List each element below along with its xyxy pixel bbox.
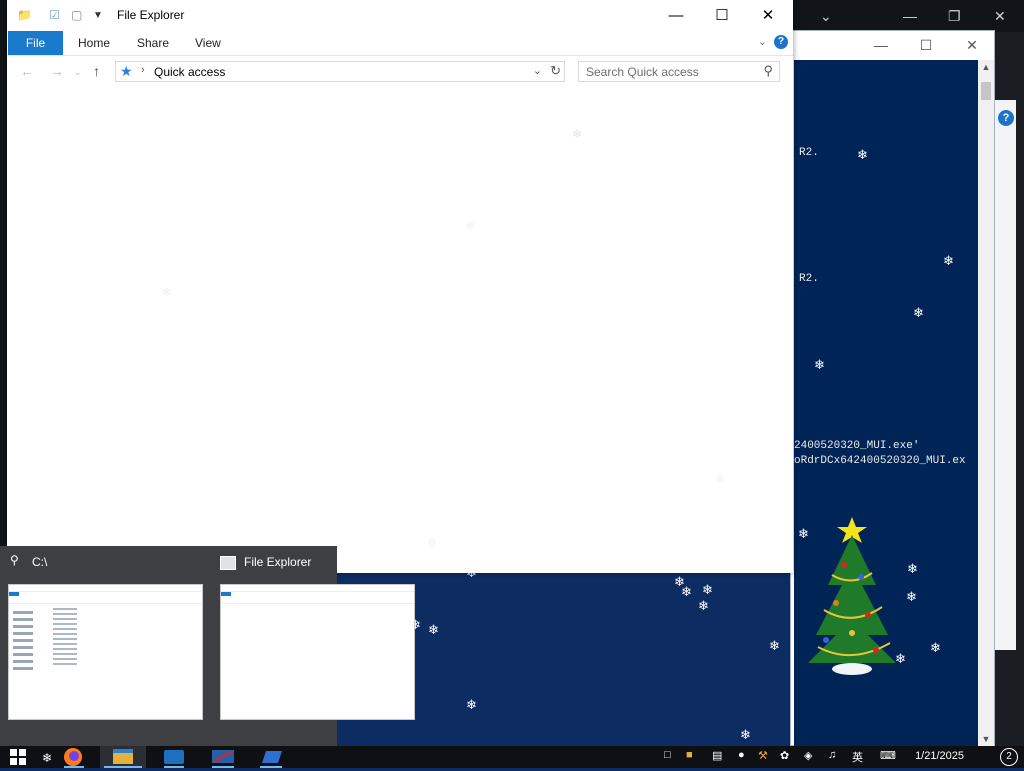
- remote-desktop-icon[interactable]: [208, 746, 238, 768]
- snowflake-icon: ❄: [715, 473, 726, 487]
- snowflake-icon: ❄: [42, 751, 53, 765]
- close-icon[interactable]: ✕: [994, 8, 1006, 25]
- snowflake-icon: ❄: [466, 697, 477, 712]
- snowflake-icon: ❄: [930, 640, 941, 655]
- console-line: R2.: [799, 147, 819, 159]
- maximize-button[interactable]: ☐: [699, 5, 745, 27]
- expand-ribbon-icon[interactable]: ⌄: [758, 35, 767, 48]
- thumbnail-file-explorer[interactable]: File Explorer: [212, 546, 415, 746]
- snowflake-icon: ❄: [907, 561, 918, 576]
- new-folder-icon[interactable]: ▢: [71, 8, 82, 22]
- customize-toolbar-icon[interactable]: ▼: [93, 10, 103, 21]
- thumbnail-c-drive[interactable]: ⚲ C:\: [0, 546, 210, 746]
- help-icon[interactable]: ?: [998, 110, 1014, 126]
- taskbar-thumbnail-popup: ⚲ C:\ File Explorer: [0, 546, 415, 746]
- scrollbar-thumb[interactable]: [981, 82, 991, 100]
- close-button[interactable]: ✕: [957, 35, 987, 55]
- tool-icon[interactable]: ⚒: [758, 749, 768, 762]
- console-scrollbar[interactable]: ▲ ▼: [978, 60, 994, 746]
- background-panel: [994, 100, 1016, 650]
- snowflake-icon: ❄: [428, 622, 439, 637]
- snowflake-icon: ❄: [681, 584, 692, 599]
- minimize-button[interactable]: —: [866, 35, 896, 55]
- search-icon[interactable]: ⚲: [763, 63, 773, 79]
- thumbnail-label: File Explorer: [244, 555, 312, 569]
- tab-file[interactable]: File: [8, 31, 63, 55]
- folder-icon[interactable]: 📁: [17, 8, 32, 22]
- file-explorer-window[interactable]: 📁 ☑ ▢ ▼ File Explorer — ☐ ✕ File Home Sh…: [7, 0, 793, 573]
- snowflake-icon: ❄: [943, 253, 954, 268]
- ribbon-tabs: File Home Share View ⌄ ?: [7, 31, 793, 56]
- folder-tray-icon[interactable]: ■: [686, 749, 693, 761]
- christmas-tree-icon: [808, 517, 896, 675]
- taskbar: ❄ □ ■ ▤ ● ⚒ ✿ ◈ ♫ 英 ⌨ 1/21/2025 2: [0, 746, 1024, 768]
- tray-app-icon[interactable]: ✿: [780, 749, 789, 762]
- up-icon[interactable]: ↑: [93, 63, 100, 79]
- thumbnail-label: C:\: [32, 555, 48, 569]
- snowflake-icon: ❄: [427, 535, 438, 549]
- scroll-up-icon[interactable]: ▲: [978, 60, 994, 74]
- recent-locations-icon[interactable]: ⌄: [74, 67, 82, 78]
- refresh-icon[interactable]: ↻: [550, 63, 561, 79]
- firefox-icon[interactable]: [62, 746, 86, 768]
- network-app-icon[interactable]: [160, 746, 188, 768]
- console-line: oRdrDCx642400520320_MUI.ex: [794, 455, 966, 467]
- snowflake-icon: ❄: [814, 357, 825, 372]
- notifications-badge[interactable]: 2: [1000, 748, 1018, 766]
- chevron-down-icon[interactable]: ⌄: [533, 64, 542, 77]
- chevron-right-icon[interactable]: ›: [141, 64, 145, 76]
- maximize-button[interactable]: ☐: [911, 35, 941, 55]
- explorer-titlebar[interactable]: 📁 ☑ ▢ ▼ File Explorer — ☐ ✕: [7, 0, 793, 31]
- keyboard-icon[interactable]: ⌨: [880, 749, 896, 762]
- start-button[interactable]: [10, 749, 26, 765]
- scroll-down-icon[interactable]: ▼: [978, 732, 994, 746]
- console-line: 2400520320_MUI.exe': [794, 440, 920, 452]
- snowflake-icon: ❄: [740, 727, 751, 742]
- content-pane[interactable]: [7, 88, 793, 573]
- snowflake-icon: ❄: [913, 305, 924, 320]
- tab-home[interactable]: Home: [78, 36, 110, 50]
- navigation-bar: ← → ⌄ ↑ ★ › Quick access ⌄ ↻ Search Quic…: [7, 56, 793, 88]
- task-view-icon[interactable]: □: [664, 749, 671, 761]
- snowflake-icon: ❄: [857, 147, 868, 162]
- tray-app-icon[interactable]: ◈: [804, 749, 812, 762]
- chevron-down-icon[interactable]: ⌄: [820, 8, 832, 25]
- network-icon[interactable]: ▤: [712, 749, 722, 762]
- ime-indicator[interactable]: 英: [852, 749, 863, 765]
- back-icon[interactable]: ←: [20, 63, 34, 79]
- snowflake-icon: ❄: [698, 598, 709, 613]
- magnifier-icon: ⚲: [10, 553, 19, 567]
- thumbnail-preview[interactable]: [220, 584, 415, 720]
- snowflake-icon: ❄: [572, 127, 583, 141]
- file-explorer-taskbar-button[interactable]: [100, 746, 146, 768]
- window-title: File Explorer: [117, 8, 185, 22]
- console-titlebar[interactable]: — ☐ ✕: [791, 31, 994, 59]
- forward-icon[interactable]: →: [50, 63, 64, 79]
- minimize-button[interactable]: —: [653, 5, 699, 27]
- clock-date[interactable]: 1/21/2025: [915, 750, 964, 762]
- console-line: R2.: [799, 273, 819, 285]
- help-icon[interactable]: ?: [774, 35, 788, 49]
- snowflake-icon: ❄: [769, 638, 780, 653]
- search-input[interactable]: Search Quick access ⚲: [578, 61, 780, 82]
- thumbnail-preview[interactable]: [8, 584, 203, 720]
- minimize-icon[interactable]: —: [903, 8, 917, 24]
- tab-share[interactable]: Share: [137, 36, 169, 50]
- snowflake-icon: ❄: [162, 285, 173, 299]
- snowflake-icon: ❄: [906, 589, 917, 604]
- address-path[interactable]: Quick access: [154, 65, 225, 79]
- record-icon[interactable]: ●: [738, 749, 745, 761]
- search-placeholder: Search Quick access: [586, 65, 699, 79]
- volume-icon[interactable]: ♫: [828, 749, 836, 761]
- close-button[interactable]: ✕: [745, 5, 791, 27]
- restore-icon[interactable]: ❐: [948, 8, 961, 25]
- address-bar[interactable]: ★ › Quick access ⌄ ↻: [115, 61, 565, 82]
- snowflake-icon: ❄: [702, 582, 713, 597]
- snowflake-icon: ❄: [465, 219, 476, 233]
- properties-icon[interactable]: ☑: [49, 8, 60, 22]
- explorer-window-icon: [220, 556, 236, 570]
- quick-access-star-icon: ★: [120, 63, 133, 79]
- tab-view[interactable]: View: [195, 36, 221, 50]
- powershell-icon[interactable]: [256, 746, 286, 768]
